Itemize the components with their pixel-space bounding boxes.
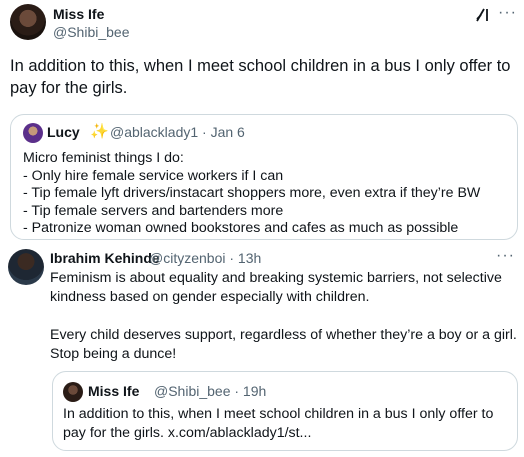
- quoted-tweet-text: In addition to this, when I meet school …: [63, 406, 494, 441]
- quoted-line: - Tip female servers and bartenders more: [23, 202, 284, 219]
- sparkle-icon: ✨: [90, 123, 109, 140]
- tweet-text: Feminism is about equality and breaking …: [50, 269, 520, 364]
- avatar: [23, 123, 43, 143]
- grok-icon[interactable]: [474, 6, 492, 24]
- author-name[interactable]: Miss Ife: [53, 6, 104, 22]
- reply-paragraph: Feminism is about equality and breaking …: [50, 270, 502, 305]
- author-handle-time[interactable]: @cityzenboi · 13h: [149, 250, 261, 266]
- quoted-line: Micro feminist things I do:: [23, 150, 184, 166]
- quoted-author-name: Lucy: [47, 124, 80, 140]
- more-options-icon[interactable]: ···: [498, 4, 517, 22]
- quoted-tweet-text: Micro feminist things I do: - Only hire …: [23, 150, 480, 238]
- tweet-text: In addition to this, when I meet school …: [10, 57, 511, 97]
- quoted-line: - Patronize woman owned bookstores and c…: [23, 220, 459, 236]
- quoted-line: - Only hire female service workers if I …: [23, 167, 284, 184]
- author-handle[interactable]: @Shibi_bee: [53, 24, 130, 40]
- author-name[interactable]: Ibrahim Kehinde: [50, 250, 160, 266]
- quoted-tweet-card[interactable]: Lucy ✨ @ablacklady1 · Jan 6 Micro femini…: [10, 114, 518, 240]
- avatar[interactable]: [10, 4, 46, 40]
- avatar[interactable]: [8, 249, 44, 285]
- more-options-icon[interactable]: ···: [496, 247, 515, 265]
- reply-paragraph: Every child deserves support, regardless…: [50, 327, 517, 362]
- quoted-handle-time: @Shibi_bee · 19h: [154, 383, 267, 399]
- reply-quoted-tweet-card[interactable]: Miss Ife @Shibi_bee · 19h In addition to…: [52, 371, 518, 451]
- quoted-handle-date: @ablacklady1 · Jan 6: [110, 124, 245, 140]
- quoted-line: - Tip female lyft drivers/instacart shop…: [23, 185, 481, 201]
- avatar: [63, 382, 83, 402]
- quoted-author-name: Miss Ife: [88, 383, 140, 399]
